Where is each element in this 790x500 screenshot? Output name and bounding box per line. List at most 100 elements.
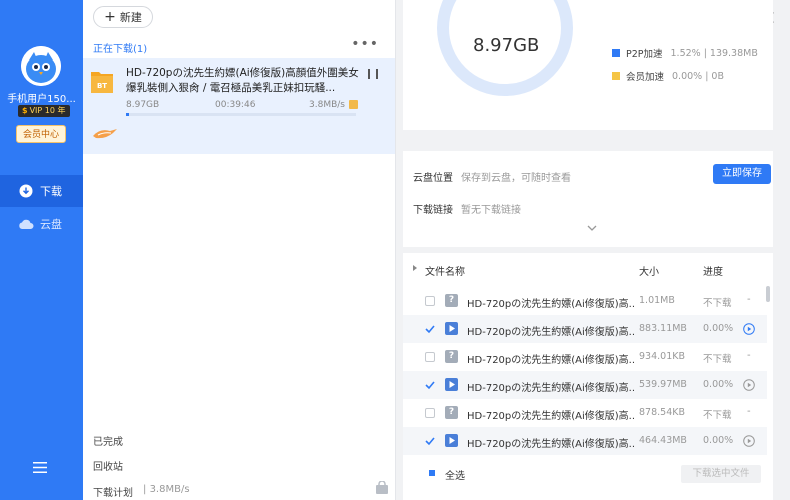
hamburger-menu-icon[interactable] xyxy=(33,462,47,473)
header-filename[interactable]: 文件名称 xyxy=(425,263,465,278)
cloud-location-row: 云盘位置 保存到云盘，可随时查看 xyxy=(413,169,571,184)
nav-cloud-label: 云盘 xyxy=(40,218,62,231)
file-size: 934.01KB xyxy=(639,351,685,362)
download-plan-link[interactable]: 下载计划 xyxy=(93,484,133,499)
vip-accel-label: 会员加速 xyxy=(626,72,665,83)
file-name: HD-720pの沈先生約嫖(Ai修復版)高... xyxy=(467,327,635,338)
file-checkbox[interactable] xyxy=(425,352,435,362)
legend-p2p: P2P加速 1.52% | 139.38MB xyxy=(612,46,758,60)
plan-speed: | 3.8MB/s xyxy=(143,484,190,495)
task-elapsed: 00:39:46 xyxy=(215,100,256,110)
cloud-location-value: 保存到云盘，可随时查看 xyxy=(461,173,571,184)
download-selected-button[interactable]: 下载选中文件 xyxy=(681,465,761,483)
checkmark-icon xyxy=(425,437,435,446)
more-options-icon[interactable]: ••• xyxy=(351,36,379,52)
header-size[interactable]: 大小 xyxy=(639,263,659,278)
task-speed: 3.8MB/s xyxy=(309,100,345,110)
file-checkbox[interactable] xyxy=(425,436,435,446)
total-downloaded: 8.97GB xyxy=(473,35,540,56)
file-row[interactable]: ? HD-720pの沈先生約嫖(Ai修復版)高... 878.54KB 不下载 - xyxy=(403,399,767,427)
video-file-icon xyxy=(445,378,458,391)
task-progress-bar xyxy=(126,113,356,116)
new-task-label: 新建 xyxy=(119,11,142,24)
task-title: HD-720pの沈先生約嫖(Ai修復版)高顏值外圍美女爆乳裝側入狠肏 / 電召極… xyxy=(126,67,359,94)
vip-accel-percent: 0.00% xyxy=(672,70,703,82)
bird-avatar-icon xyxy=(21,46,61,86)
chevron-down-icon[interactable] xyxy=(587,224,597,232)
file-name: HD-720pの沈先生約嫖(Ai修復版)高... xyxy=(467,439,635,450)
file-name: HD-720pの沈先生約嫖(Ai修復版)高... xyxy=(467,383,635,394)
file-size: 539.97MB xyxy=(639,379,687,390)
file-name: HD-720pの沈先生約嫖(Ai修復版)高... xyxy=(467,411,635,422)
file-checkbox[interactable] xyxy=(425,324,435,334)
file-name: HD-720pの沈先生約嫖(Ai修復版)高... xyxy=(467,355,635,366)
file-action: - xyxy=(747,350,751,361)
checkmark-icon xyxy=(425,325,435,334)
unknown-file-icon: ? xyxy=(445,406,458,419)
recycle-bin-link[interactable]: 回收站 xyxy=(93,458,123,473)
file-progress: 不下载 xyxy=(703,410,732,421)
download-icon xyxy=(18,183,34,199)
completed-link[interactable]: 已完成 xyxy=(93,433,123,448)
file-list-card: 文件名称 大小 进度 ? HD-720pの沈先生約嫖(Ai修復版)高... 1.01… xyxy=(403,253,773,500)
play-icon[interactable] xyxy=(743,379,755,391)
p2p-color-swatch xyxy=(612,49,620,57)
unknown-file-icon: ? xyxy=(445,294,458,307)
play-icon[interactable] xyxy=(743,323,755,335)
download-task[interactable]: BT HD-720pの沈先生約嫖(Ai修復版)高顏值外圍美女爆乳裝側入狠肏 / … xyxy=(83,58,395,154)
file-row[interactable]: HD-720pの沈先生約嫖(Ai修復版)高... 539.97MB 0.00% xyxy=(403,371,767,399)
nav-cloud[interactable]: 云盘 xyxy=(0,208,83,240)
speedup-icon xyxy=(349,100,358,109)
file-size: 464.43MB xyxy=(639,435,687,446)
task-panel: + 新建 正在下载(1) ••• BT HD-720pの沈先生約嫖(Ai修復版)… xyxy=(83,0,396,500)
expand-arrow-icon[interactable] xyxy=(413,265,417,271)
username[interactable]: 手机用户150... xyxy=(0,90,83,105)
nav-download[interactable]: 下载 xyxy=(0,175,83,207)
download-link-value: 暂无下载链接 xyxy=(461,205,521,216)
play-icon[interactable] xyxy=(743,435,755,447)
file-progress: 0.00% xyxy=(703,323,734,334)
file-row[interactable]: HD-720pの沈先生約嫖(Ai修復版)高... 883.11MB 0.00% xyxy=(403,315,767,343)
new-task-button[interactable]: + 新建 xyxy=(93,6,153,28)
unknown-file-icon: ? xyxy=(445,350,458,363)
p2p-label: P2P加速 xyxy=(626,49,663,60)
file-row[interactable]: ? HD-720pの沈先生約嫖(Ai修復版)高... 1.01MB 不下载 - xyxy=(403,287,767,315)
separator: | xyxy=(703,47,707,59)
sidebar: 手机用户150... $ VIP 10 年 会员中心 下载 云盘 xyxy=(0,0,83,500)
header-progress[interactable]: 进度 xyxy=(703,263,723,278)
save-now-button[interactable]: 立即保存 xyxy=(713,164,771,184)
bt-file-icon: BT xyxy=(91,72,113,93)
file-checkbox[interactable] xyxy=(425,380,435,390)
file-row[interactable]: ? HD-720pの沈先生約嫖(Ai修復版)高... 934.01KB 不下载 - xyxy=(403,343,767,371)
file-size: 883.11MB xyxy=(639,323,687,334)
cloud-location-label: 云盘位置 xyxy=(413,173,453,184)
file-action: - xyxy=(747,406,751,417)
task-progress-fill xyxy=(126,113,130,116)
video-file-icon xyxy=(445,434,458,447)
file-progress: 0.00% xyxy=(703,379,734,390)
vip-text: VIP 10 年 xyxy=(29,106,66,115)
p2p-percent: 1.52% xyxy=(670,47,701,59)
checkmark-icon xyxy=(425,381,435,390)
speed-stats-card: 8.97GB P2P加速 1.52% | 139.38MB 会员加速 0.00%… xyxy=(403,0,773,130)
task-downloaded: 8.97GB xyxy=(126,100,160,110)
pause-button[interactable] xyxy=(368,69,378,81)
file-size: 878.54KB xyxy=(639,407,685,418)
video-file-icon xyxy=(445,322,458,335)
file-checkbox[interactable] xyxy=(425,296,435,306)
svg-text:BT: BT xyxy=(97,82,107,90)
file-checkbox[interactable] xyxy=(425,408,435,418)
legend-vip: 会员加速 0.00% | 0B xyxy=(612,69,724,83)
vip-color-swatch xyxy=(612,72,620,80)
select-all-checkbox[interactable] xyxy=(429,470,435,476)
vip-center-button[interactable]: 会员中心 xyxy=(16,125,66,143)
avatar[interactable] xyxy=(21,46,61,86)
file-row[interactable]: HD-720pの沈先生約嫖(Ai修復版)高... 464.43MB 0.00% xyxy=(403,427,767,455)
lock-icon[interactable] xyxy=(375,481,389,495)
file-progress: 不下载 xyxy=(703,354,732,365)
select-all-label[interactable]: 全选 xyxy=(445,467,465,482)
downloading-section-title[interactable]: 正在下载(1) xyxy=(93,40,147,55)
file-size: 1.01MB xyxy=(639,295,675,306)
p2p-value: 139.38MB xyxy=(709,47,758,59)
separator: | xyxy=(705,70,709,82)
